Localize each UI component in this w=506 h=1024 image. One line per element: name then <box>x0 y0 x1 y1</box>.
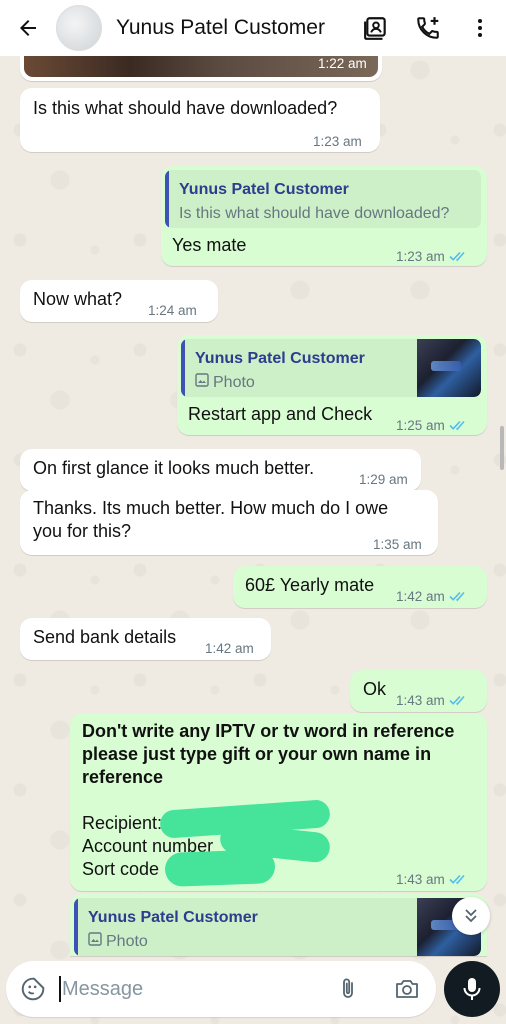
quote-text: Photo <box>195 371 255 394</box>
outgoing-message[interactable]: Ok 1:43 am <box>350 670 487 712</box>
quoted-message[interactable]: Yunus Patel Customer Is this what should… <box>165 170 481 228</box>
read-ticks-icon <box>449 586 469 609</box>
avatar[interactable] <box>56 5 102 51</box>
message-text: Don't write any IPTV or tv word in refer… <box>82 721 455 741</box>
back-arrow-icon[interactable] <box>6 0 50 56</box>
message-time: 1:42 am <box>205 641 254 656</box>
message-time: 1:23 am <box>396 245 469 269</box>
microphone-icon <box>463 978 481 1000</box>
incoming-message[interactable]: On first glance it looks much better. 1:… <box>20 449 421 491</box>
outgoing-message[interactable]: Yunus Patel Customer Photo <box>70 894 487 956</box>
message-list[interactable]: 1:22 am Is this what should have downloa… <box>0 46 506 956</box>
message-text: 60£ Yearly mate <box>245 575 375 595</box>
scroll-to-bottom-button[interactable] <box>452 897 490 935</box>
message-time: 1:43 am <box>396 689 469 713</box>
message-text: Sort code <box>82 859 160 879</box>
message-input[interactable]: Message <box>6 961 436 1017</box>
quote-text: Photo <box>88 930 148 953</box>
message-text: Is this what should have downloaded? <box>33 98 338 118</box>
message-time: 1:23 am <box>313 134 362 149</box>
message-text: please just type gift or your own name i… <box>82 744 432 764</box>
compose-bar: Message <box>0 956 506 1024</box>
text-cursor <box>59 976 61 1002</box>
message-text: Yes mate <box>172 235 247 255</box>
quote-thumbnail <box>417 339 481 397</box>
photo-icon <box>88 930 102 953</box>
message-text: reference <box>82 767 164 787</box>
attach-icon[interactable] <box>336 976 360 1007</box>
add-call-icon[interactable] <box>402 0 454 56</box>
message-placeholder: Message <box>62 978 144 1000</box>
quote-text: Is this what should have downloaded? <box>179 205 450 222</box>
outgoing-message[interactable]: 60£ Yearly mate 1:42 am <box>233 566 487 608</box>
camera-icon[interactable] <box>394 977 420 1006</box>
read-ticks-icon <box>449 869 469 892</box>
quote-sender: Yunus Patel Customer <box>88 909 258 926</box>
quote-sender: Yunus Patel Customer <box>179 181 349 198</box>
message-time: 1:29 am <box>359 472 408 487</box>
message-text: Thanks. Its much better. How much do I o… <box>33 498 389 518</box>
quoted-message[interactable]: Yunus Patel Customer Photo <box>181 339 481 397</box>
read-ticks-icon <box>449 690 469 713</box>
quote-bar <box>165 170 169 228</box>
outgoing-message[interactable]: Don't write any IPTV or tv word in refer… <box>70 713 487 891</box>
incoming-message[interactable]: Is this what should have downloaded? 1:2… <box>20 88 380 152</box>
quote-sender: Yunus Patel Customer <box>195 350 365 367</box>
read-ticks-icon <box>449 246 469 269</box>
message-text: On first glance it looks much better. <box>33 458 315 478</box>
quote-bar <box>181 339 185 397</box>
outgoing-message[interactable]: Yunus Patel Customer Is this what should… <box>161 166 487 266</box>
photo-icon <box>195 371 209 394</box>
message-time: 1:24 am <box>148 303 197 318</box>
message-text: Send bank details <box>33 627 177 647</box>
incoming-message[interactable]: Send bank details 1:42 am <box>20 618 271 660</box>
voice-record-button[interactable] <box>444 961 500 1017</box>
read-ticks-icon <box>449 415 469 438</box>
message-time: 1:43 am <box>396 868 469 892</box>
message-text: Recipient: <box>82 813 163 833</box>
message-time: 1:25 am <box>396 414 469 438</box>
quoted-message[interactable]: Yunus Patel Customer Photo <box>74 898 481 956</box>
message-text: Restart app and Check <box>188 404 373 424</box>
message-text: Now what? <box>33 289 123 309</box>
more-vert-icon[interactable] <box>454 0 506 56</box>
message-text: Ok <box>363 679 387 699</box>
contact-name[interactable]: Yunus Patel Customer <box>116 16 350 40</box>
message-time: 1:35 am <box>373 537 422 552</box>
message-text: you for this? <box>33 521 132 541</box>
incoming-message[interactable]: Thanks. Its much better. How much do I o… <box>20 490 438 555</box>
quote-bar <box>74 898 78 956</box>
outgoing-message[interactable]: Yunus Patel Customer Photo Restart app a… <box>177 335 487 435</box>
message-time: 1:42 am <box>396 585 469 609</box>
redaction-scribble <box>164 849 276 887</box>
incoming-message[interactable]: Now what? 1:24 am <box>20 280 218 322</box>
emoji-sticker-icon[interactable] <box>20 976 46 1007</box>
double-chevron-down-icon <box>465 909 477 923</box>
chat-header: Yunus Patel Customer <box>0 0 506 56</box>
contact-card-icon[interactable] <box>350 0 402 56</box>
